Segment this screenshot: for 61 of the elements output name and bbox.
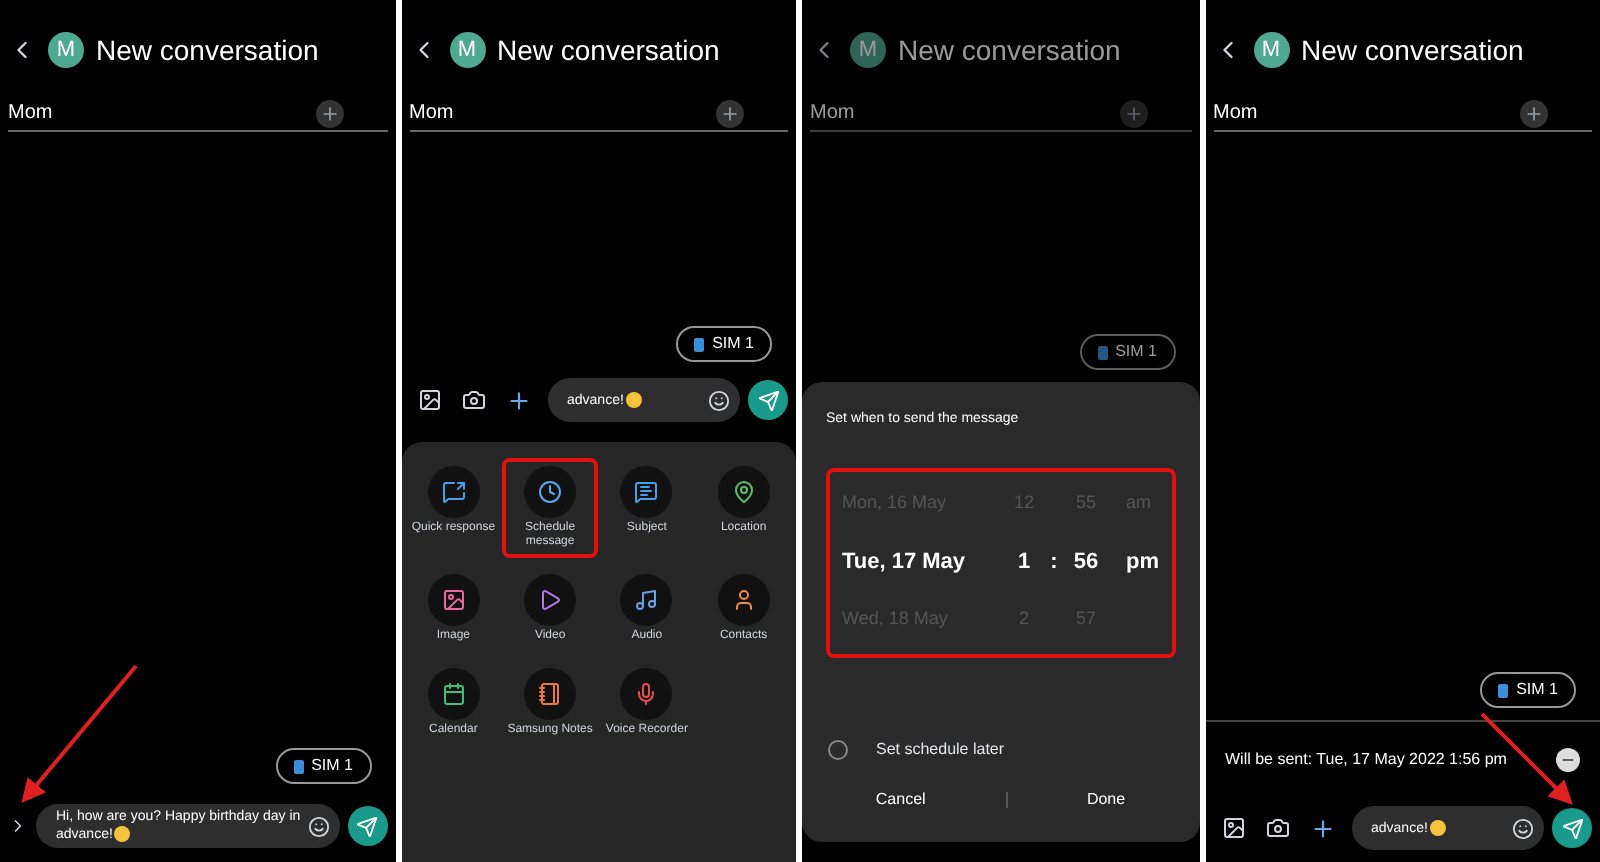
minute-value[interactable]: 56 bbox=[1066, 545, 1106, 579]
sim-card-icon bbox=[1498, 683, 1509, 697]
add-recipient-button[interactable] bbox=[1520, 99, 1548, 127]
plus-icon[interactable] bbox=[505, 387, 531, 413]
gallery-icon[interactable] bbox=[1221, 816, 1245, 840]
sim-card-icon bbox=[1097, 345, 1108, 359]
sim-selector[interactable]: SIM 1 bbox=[275, 748, 371, 784]
recipient-name: Mom bbox=[409, 100, 454, 128]
dialog-button[interactable]: Cancel bbox=[855, 788, 946, 812]
ampm-value[interactable]: pm bbox=[1126, 545, 1159, 579]
plus-icon bbox=[1524, 103, 1544, 123]
camera-icon[interactable] bbox=[461, 388, 485, 412]
sim-selector[interactable]: SIM 1 bbox=[676, 326, 772, 362]
remove-schedule-button[interactable] bbox=[1556, 748, 1580, 772]
emoji-button-icon[interactable] bbox=[307, 815, 329, 837]
recipient-name: Mom bbox=[8, 100, 53, 128]
conversation-title: New conversation bbox=[497, 31, 720, 69]
avatar: M bbox=[48, 32, 84, 68]
recipient-name: Mom bbox=[1213, 100, 1258, 128]
sim-label: SIM 1 bbox=[311, 754, 353, 778]
plus-icon bbox=[319, 103, 339, 123]
dialog-button[interactable]: Done bbox=[1066, 788, 1146, 812]
send-button[interactable] bbox=[1552, 808, 1592, 848]
sim-label: SIM 1 bbox=[1115, 340, 1157, 364]
time-separator: : bbox=[1050, 549, 1058, 574]
conversation-title: New conversation bbox=[96, 31, 319, 69]
conversation-title: New conversation bbox=[898, 31, 1121, 69]
sim-label: SIM 1 bbox=[712, 332, 754, 356]
add-recipient-button[interactable] bbox=[1119, 99, 1147, 127]
date-value[interactable]: Tue, 17 May bbox=[842, 545, 1006, 579]
schedule-note: Will be sent: Tue, 17 May 2022 1:56 pm bbox=[1225, 748, 1507, 772]
sim-selector[interactable]: SIM 1 bbox=[1480, 672, 1576, 708]
emoji-button-icon[interactable] bbox=[708, 389, 730, 411]
send-button[interactable] bbox=[748, 380, 788, 420]
emoji-icon bbox=[1429, 819, 1446, 836]
paper-plane-icon bbox=[757, 389, 779, 411]
sim-card-icon bbox=[694, 337, 705, 351]
plus-icon[interactable] bbox=[1309, 815, 1335, 841]
sim-selector[interactable]: SIM 1 bbox=[1079, 334, 1175, 370]
sim-label: SIM 1 bbox=[1516, 678, 1558, 702]
conversation-title: New conversation bbox=[1301, 31, 1524, 69]
send-button[interactable] bbox=[347, 806, 387, 846]
paper-plane-icon bbox=[1561, 817, 1583, 839]
paper-plane-icon bbox=[356, 815, 378, 837]
plus-icon bbox=[1123, 103, 1143, 123]
sim-card-icon bbox=[293, 759, 304, 773]
radio-button[interactable] bbox=[828, 740, 848, 760]
add-recipient-button[interactable] bbox=[716, 99, 744, 127]
radio-label: Set schedule later bbox=[876, 738, 1005, 762]
plus-icon bbox=[720, 103, 740, 123]
hour-value[interactable]: 1 bbox=[1006, 545, 1042, 579]
avatar: M bbox=[449, 32, 485, 68]
emoji-icon bbox=[625, 391, 642, 408]
emoji-button-icon[interactable] bbox=[1512, 817, 1534, 839]
avatar: M bbox=[1253, 32, 1289, 68]
add-recipient-button[interactable] bbox=[315, 99, 343, 127]
emoji-icon bbox=[114, 826, 131, 843]
recipient-name: Mom bbox=[810, 100, 855, 128]
camera-icon[interactable] bbox=[1265, 816, 1289, 840]
gallery-icon[interactable] bbox=[417, 388, 441, 412]
avatar: M bbox=[850, 32, 886, 68]
